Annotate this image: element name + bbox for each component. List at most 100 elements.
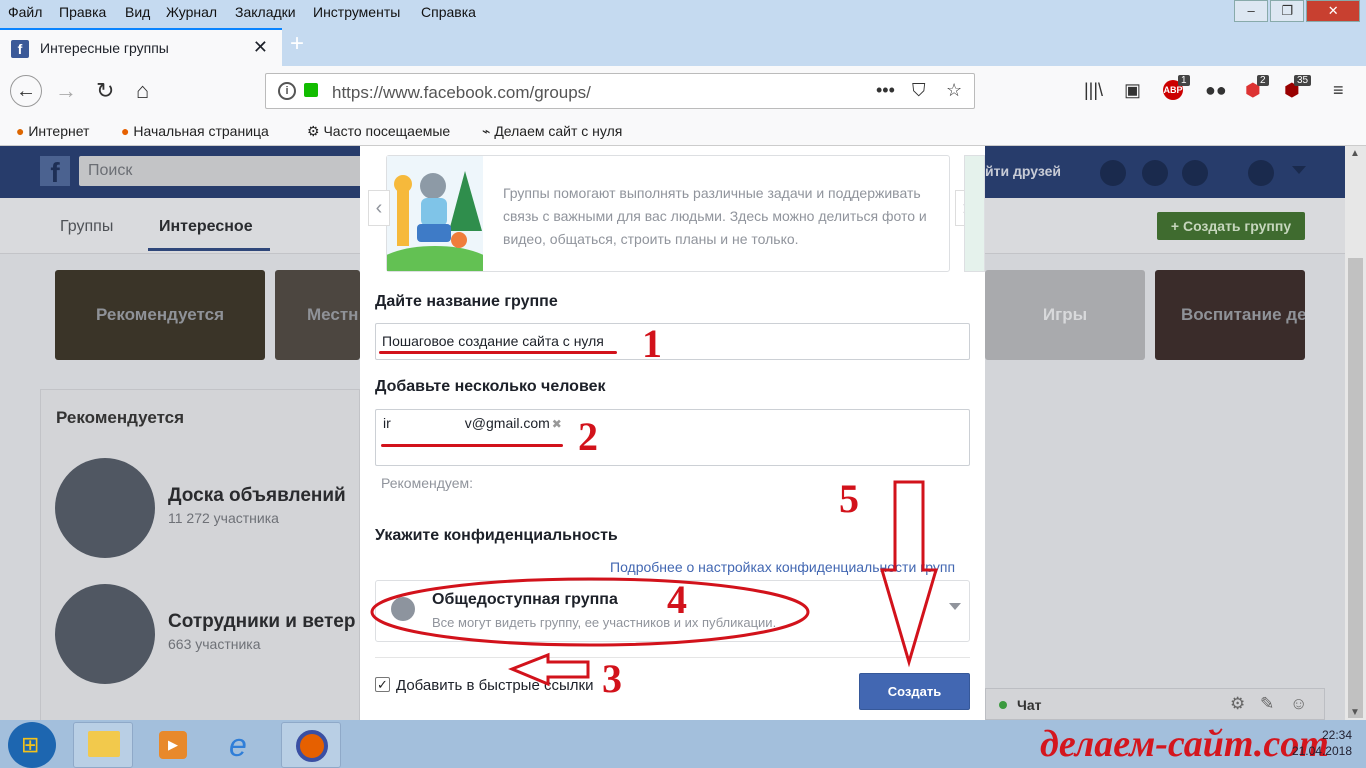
scroll-thumb[interactable] [1348,258,1363,718]
carousel-description: Группы помогают выполнять различные зада… [503,185,927,247]
home-button[interactable]: ⌂ [136,78,149,104]
group-name-input[interactable]: Пошаговое создание сайта с нуля [375,323,970,360]
taskbar-media-player[interactable]: ▶ [142,722,202,768]
menu-bookmarks[interactable]: Закладки [235,4,296,20]
bookmark-label: Начальная страница [133,123,269,139]
facebook-search-input[interactable]: Поиск [79,156,364,186]
back-button[interactable]: ← [10,75,42,107]
annotation-arrow-down [879,480,939,668]
category-parenting[interactable]: Воспитание де [1155,270,1305,360]
pocket-icon[interactable]: ⛉ [912,80,926,101]
group-member-count: 11 272 участника [168,510,279,526]
taskbar-firefox[interactable] [281,722,341,768]
extension-icon[interactable]: ●● [1205,80,1227,101]
bookmark-label: Делаем сайт с нуля [494,123,623,139]
library-icon[interactable]: |||\ [1084,80,1103,101]
messenger-icon[interactable] [1142,160,1168,186]
forward-button[interactable]: → [55,78,77,104]
group-name-label: Дайте название группе [375,293,558,310]
recommended-groups-panel: Рекомендуется Доска объявлений 11 272 уч… [40,389,360,729]
chip-email-end: v@gmail.com [464,415,550,431]
notifications-globe-icon[interactable] [1182,160,1208,186]
category-local[interactable]: Местн [275,270,360,360]
menu-view[interactable]: Вид [125,4,150,20]
page-scrollbar[interactable]: ▲ ▼ [1345,146,1366,720]
clock-time: 22:34 [1321,728,1352,742]
menu-tools[interactable]: Инструменты [313,4,400,20]
find-friends-link[interactable]: йти друзей [985,163,1061,179]
url-bar[interactable]: i https://www.facebook.com/groups/ ••• ⛉… [265,73,975,109]
browser-tab[interactable]: f Интересные группы ✕ [0,28,282,66]
menu-file[interactable]: Файл [8,4,42,20]
create-group-button[interactable]: + Создать группу [1157,212,1305,240]
bookmark-frequent[interactable]: ⚙ Часто посещаемые [307,123,450,140]
taskbar-explorer[interactable] [73,722,133,768]
bookmark-home[interactable]: ● Начальная страница [121,123,269,139]
ublock-badge: 35 [1294,75,1312,86]
facebook-logo-icon[interactable]: f [40,156,70,188]
group-avatar[interactable] [55,458,155,558]
page-actions-icon[interactable]: ••• [876,80,895,101]
lock-icon[interactable] [304,83,318,97]
group-name[interactable]: Доска объявлений [168,485,358,507]
chat-bar[interactable]: Чат ⚙ ✎ ☺ [985,688,1325,720]
group-chat-icon[interactable]: ☺ [1290,694,1307,714]
reload-button[interactable]: ↻ [96,78,114,104]
media-player-icon: ▶ [159,731,187,759]
tab-discover[interactable]: Интересное [159,218,253,236]
annotation-number: 3 [602,656,622,701]
online-status-icon [999,701,1007,709]
bookmark-star-icon[interactable]: ☆ [946,80,962,101]
close-window-button[interactable]: ✕ [1306,0,1360,22]
new-message-icon[interactable]: ✎ [1260,694,1274,714]
url-text[interactable]: https://www.facebook.com/groups/ [332,83,591,103]
bookmark-label: Часто посещаемые [323,123,451,139]
menu-edit[interactable]: Правка [59,4,106,20]
system-clock[interactable]: 22:34 21.04.2018 [1292,727,1352,759]
scroll-down-icon[interactable]: ▼ [1350,707,1360,718]
new-tab-button[interactable]: + [290,30,304,58]
quick-links-checkbox[interactable]: ✓ [375,677,390,692]
remove-chip-icon[interactable]: ✖ [552,417,562,431]
start-button[interactable]: ⊞ [8,722,56,768]
intro-carousel-card: Группы помогают выполнять различные зада… [386,155,950,272]
tab-close-icon[interactable]: ✕ [253,37,268,58]
sidebar-icon[interactable]: ▣ [1124,80,1141,101]
menu-help[interactable]: Справка [421,4,476,20]
help-icon[interactable] [1248,160,1274,186]
carousel-prev-button[interactable]: ‹ [368,190,390,226]
menu-bar: Файл Правка Вид Журнал Закладки Инструме… [0,0,1366,26]
bookmark-internet[interactable]: ● Интернет [16,123,89,139]
annotation-arrow-left [508,652,590,687]
create-button[interactable]: Создать [859,673,970,710]
annotation-underline [381,444,563,447]
active-tab-underline [148,248,270,251]
group-name[interactable]: Сотрудники и ветер [168,611,358,633]
firefox-icon [296,730,328,762]
adblock-badge: 1 [1178,75,1190,86]
group-member-count: 663 участника [168,636,261,652]
annotation-underline [379,351,617,354]
menu-history[interactable]: Журнал [166,4,217,20]
ie-icon: e [229,727,247,763]
member-chip[interactable]: ir v@gmail.com ✖ [383,415,562,431]
minimize-button[interactable]: – [1234,0,1269,22]
account-menu-icon[interactable] [1292,166,1306,174]
info-icon[interactable]: i [278,82,296,100]
bookmark-label: Интернет [28,123,90,139]
category-recommended[interactable]: Рекомендуется [55,270,265,360]
tab-groups[interactable]: Группы [60,218,113,236]
taskbar-internet-explorer[interactable]: e [212,722,272,768]
hamburger-menu-icon[interactable]: ≡ [1333,80,1344,101]
add-people-label: Добавьте несколько человек [375,378,606,395]
gear-icon: ⚙ [307,123,320,139]
bookmark-rss[interactable]: ⌁ Делаем сайт с нуля [482,123,622,140]
maximize-button[interactable]: ❐ [1270,0,1305,22]
rss-icon: ⌁ [482,123,491,139]
chat-settings-icon[interactable]: ⚙ [1230,694,1245,714]
friend-requests-icon[interactable] [1100,160,1126,186]
bookmarks-bar: ● Интернет ● Начальная страница ⚙ Часто … [0,116,1366,146]
scroll-up-icon[interactable]: ▲ [1350,148,1360,159]
group-avatar[interactable] [55,584,155,684]
category-games[interactable]: Игры [985,270,1145,360]
